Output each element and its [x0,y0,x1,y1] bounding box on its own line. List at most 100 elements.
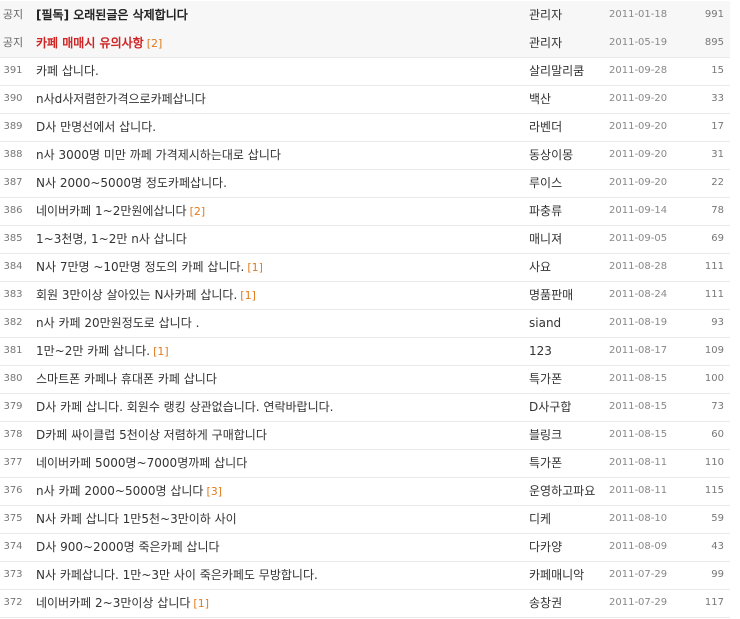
post-title-link[interactable]: N사 카페 삽니다 1만5천~3만이하 사이 [36,512,237,526]
post-title-cell: 네이버카페 5000명~7000명까페 삽니다 [36,449,516,477]
post-author[interactable]: 123 [529,337,605,365]
view-count: 69 [711,233,724,244]
post-title-cell: n사 카페 2000~5000명 삽니다 [3] [36,477,516,505]
post-author[interactable]: 라벤더 [529,113,605,141]
post-number: 372 [3,597,23,608]
comment-count[interactable]: [1] [247,261,263,274]
post-title-link[interactable]: D사 만명선에서 삽니다. [36,120,156,134]
view-count: 15 [711,65,724,76]
post-number: 380 [3,373,23,384]
post-author[interactable]: 관리자 [529,1,605,29]
view-count: 31 [711,149,724,160]
post-author[interactable]: 송창권 [529,589,605,617]
post-date: 2011-08-15 [609,401,668,412]
post-title-link[interactable]: n사 카페 2000~5000명 삽니다 [36,484,203,498]
post-row: 381 1만~2만 카페 삽니다. [1] 123 2011-08-17 109 [0,337,730,366]
post-author[interactable]: 카페매니악 [529,561,605,589]
post-title-link[interactable]: n사d사저렴한가격으로카페삽니다 [36,92,206,106]
post-title-link[interactable]: D사 900~2000명 죽은카페 삽니다 [36,540,220,554]
view-count: 17 [711,121,724,132]
post-author[interactable]: D사구합 [529,393,605,421]
post-date: 2011-08-15 [609,429,668,440]
post-title-link[interactable]: 회원 3만이상 살아있는 N사카페 삽니다. [36,288,237,302]
post-date: 2011-09-05 [609,233,668,244]
post-title-link[interactable]: D카페 싸이클럽 5천이상 저렴하게 구매합니다 [36,428,267,442]
post-title-cell: 네이버카페 1~2만원에삽니다 [2] [36,197,516,225]
post-title-link[interactable]: 스마트폰 카페나 휴대폰 카페 삽니다 [36,372,217,386]
post-title-link[interactable]: N사 2000~5000명 정도카페삽니다. [36,176,227,190]
post-title-cell: N사 7만명 ~10만명 정도의 카페 삽니다. [1] [36,253,516,281]
post-title-cell: 회원 3만이상 살아있는 N사카페 삽니다. [1] [36,281,516,309]
post-title-cell: n사 카페 20만원정도로 삽니다 . [36,309,516,337]
comment-count[interactable]: [1] [193,597,209,610]
post-title-link[interactable]: N사 카페삽니다. 1만~3만 사이 죽은카페도 무방합니다. [36,568,318,582]
post-author[interactable]: 디케 [529,505,605,533]
post-title-link[interactable]: 카페 삽니다. [36,64,99,78]
post-number: 383 [3,289,23,300]
post-number: 373 [3,569,23,580]
post-title-cell: 1만~2만 카페 삽니다. [1] [36,337,516,365]
comment-count[interactable]: [1] [153,345,169,358]
view-count: 110 [704,457,724,468]
post-title-cell: 네이버카페 2~3만이상 삽니다 [1] [36,589,516,617]
post-number: 375 [3,513,23,524]
post-date: 2011-08-17 [609,345,668,356]
view-count: 111 [704,289,724,300]
post-title-link[interactable]: 네이버카페 5000명~7000명까페 삽니다 [36,456,247,470]
comment-count[interactable]: [2] [190,205,206,218]
post-author[interactable]: 특가폰 [529,365,605,393]
notice-row: 공지 카페 매매시 유의사항 [2] 관리자 2011-05-19 895 [0,29,730,58]
post-date: 2011-07-29 [609,569,668,580]
post-author[interactable]: 백산 [529,85,605,113]
post-author[interactable]: 동상이몽 [529,141,605,169]
post-title-cell: n사 3000명 미만 까페 가격제시하는대로 삽니다 [36,141,516,169]
post-title-link[interactable]: N사 7만명 ~10만명 정도의 카페 삽니다. [36,260,244,274]
post-author[interactable]: siand [529,309,605,337]
post-author[interactable]: 다카양 [529,533,605,561]
post-date: 2011-09-20 [609,149,668,160]
post-author[interactable]: 사요 [529,253,605,281]
view-count: 99 [711,569,724,580]
post-author[interactable]: 관리자 [529,29,605,57]
post-row: 376 n사 카페 2000~5000명 삽니다 [3] 운영하고파요 2011-08-… [0,477,730,506]
post-row: 386 네이버카페 1~2만원에삽니다 [2] 파충류 2011-09-14 78 [0,197,730,226]
post-row: 375 N사 카페 삽니다 1만5천~3만이하 사이 디케 2011-08-10 59 [0,505,730,534]
post-title-link[interactable]: D사 카페 삽니다. 회원수 랭킹 상관없습니다. 연락바랍니다. [36,400,334,414]
post-row: 374 D사 900~2000명 죽은카페 삽니다 다카양 2011-08-09 43 [0,533,730,562]
post-date: 2011-08-28 [609,261,668,272]
post-date: 2011-08-11 [609,485,668,496]
post-author[interactable]: 특가폰 [529,449,605,477]
post-number: 389 [3,121,23,132]
post-title-link[interactable]: [필독] 오래된글은 삭제합니다 [36,8,188,22]
post-row: 384 N사 7만명 ~10만명 정도의 카페 삽니다. [1] 사요 2011-08-… [0,253,730,282]
post-title-link[interactable]: n사 3000명 미만 까페 가격제시하는대로 삽니다 [36,148,281,162]
post-row: 389 D사 만명선에서 삽니다. 라벤더 2011-09-20 17 [0,113,730,142]
post-date: 2011-09-20 [609,177,668,188]
post-author[interactable]: 살리말리쿰 [529,57,605,85]
post-author[interactable]: 명품판매 [529,281,605,309]
post-author[interactable]: 매니져 [529,225,605,253]
post-title-cell: 1~3천명, 1~2만 n사 삽니다 [36,225,516,253]
comment-count[interactable]: [1] [240,289,256,302]
post-title-link[interactable]: 네이버카페 2~3만이상 삽니다 [36,596,190,610]
comment-count[interactable]: [3] [206,485,222,498]
post-title-cell: D사 만명선에서 삽니다. [36,113,516,141]
post-date: 2011-08-15 [609,373,668,384]
post-title-link[interactable]: 1~3천명, 1~2만 n사 삽니다 [36,232,187,246]
notice-row: 공지 [필독] 오래된글은 삭제합니다 관리자 2011-01-18 991 [0,1,730,30]
post-title-link[interactable]: n사 카페 20만원정도로 삽니다 . [36,316,199,330]
post-author[interactable]: 블링크 [529,421,605,449]
post-row: 378 D카페 싸이클럽 5천이상 저렴하게 구매합니다 블링크 2011-08-15… [0,421,730,450]
post-title-link[interactable]: 1만~2만 카페 삽니다. [36,344,150,358]
post-number: 381 [3,345,23,356]
post-title-link[interactable]: 카페 매매시 유의사항 [36,36,144,50]
post-date: 2011-09-20 [609,121,668,132]
post-title-cell: 스마트폰 카페나 휴대폰 카페 삽니다 [36,365,516,393]
post-row: 377 네이버카페 5000명~7000명까페 삽니다 특가폰 2011-08-11 1… [0,449,730,478]
post-author[interactable]: 루이스 [529,169,605,197]
post-title-link[interactable]: 네이버카페 1~2만원에삽니다 [36,204,187,218]
post-author[interactable]: 운영하고파요 [529,477,605,505]
post-number: 386 [3,205,23,216]
comment-count[interactable]: [2] [147,37,163,50]
post-author[interactable]: 파충류 [529,197,605,225]
